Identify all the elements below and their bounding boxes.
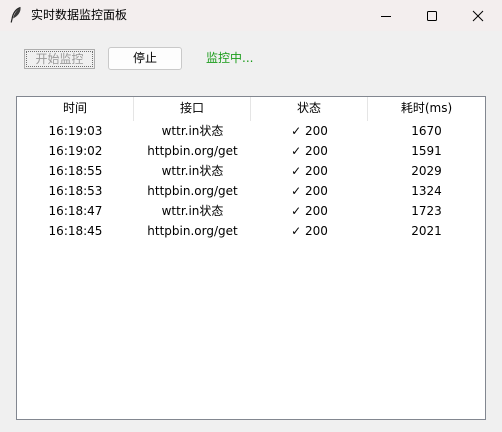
cell-api: wttr.in状态: [161, 204, 224, 218]
table-row[interactable]: 16:18:45 httpbin.org/get ✓ 200 2021: [17, 221, 485, 241]
cell-api: httpbin.org/get: [147, 144, 238, 158]
results-table[interactable]: 时间 接口 状态 耗时(ms) 16:19:03 wttr.in状态 ✓ 200…: [16, 96, 486, 420]
cell-status: ✓ 200: [291, 124, 328, 138]
column-header-api[interactable]: 接口: [134, 97, 251, 121]
title-bar[interactable]: 实时数据监控面板: [0, 0, 502, 31]
column-header-status[interactable]: 状态: [251, 97, 368, 121]
cell-status: ✓ 200: [291, 184, 328, 198]
column-header-duration[interactable]: 耗时(ms): [368, 97, 485, 121]
table-row[interactable]: 16:19:03 wttr.in状态 ✓ 200 1670: [17, 121, 485, 141]
cell-time: 16:19:03: [48, 124, 103, 138]
column-header-time[interactable]: 时间: [17, 97, 134, 121]
cell-api: httpbin.org/get: [147, 224, 238, 238]
cell-status: ✓ 200: [291, 204, 328, 218]
start-monitoring-button[interactable]: 开始监控: [24, 49, 95, 69]
maximize-button[interactable]: [409, 0, 455, 31]
window-title: 实时数据监控面板: [31, 8, 128, 22]
table-row[interactable]: 16:18:53 httpbin.org/get ✓ 200 1324: [17, 181, 485, 201]
status-text: 监控中...: [206, 51, 254, 65]
minimize-button[interactable]: [363, 0, 409, 31]
cell-time: 16:19:02: [48, 144, 103, 158]
cell-time: 16:18:53: [48, 184, 103, 198]
cell-status: ✓ 200: [291, 144, 328, 158]
cell-time: 16:18:45: [48, 224, 103, 238]
table-body: 16:19:03 wttr.in状态 ✓ 200 1670 16:19:02 h…: [17, 121, 485, 241]
cell-duration: 2021: [411, 224, 442, 238]
cell-duration: 1723: [411, 204, 442, 218]
cell-duration: 1591: [411, 144, 442, 158]
cell-duration: 1670: [411, 124, 442, 138]
cell-time: 16:18:55: [48, 164, 103, 178]
cell-api: wttr.in状态: [161, 164, 224, 178]
maximize-icon: [427, 10, 437, 21]
table-row[interactable]: 16:18:55 wttr.in状态 ✓ 200 2029: [17, 161, 485, 181]
cell-api: httpbin.org/get: [147, 184, 238, 198]
cell-duration: 2029: [411, 164, 442, 178]
minimize-icon: [381, 15, 391, 17]
table-row[interactable]: 16:19:02 httpbin.org/get ✓ 200 1591: [17, 141, 485, 161]
cell-duration: 1324: [411, 184, 442, 198]
close-icon: [472, 10, 484, 21]
cell-status: ✓ 200: [291, 164, 328, 178]
cell-status: ✓ 200: [291, 224, 328, 238]
feather-icon: [8, 6, 24, 24]
stop-button[interactable]: 停止: [108, 47, 182, 70]
table-header: 时间 接口 状态 耗时(ms): [17, 97, 485, 121]
cell-api: wttr.in状态: [161, 124, 224, 138]
close-button[interactable]: [455, 0, 501, 31]
cell-time: 16:18:47: [48, 204, 103, 218]
app-window: 实时数据监控面板 开始监控 停止 监控中... 时间 接口 状态 耗时(ms): [0, 0, 502, 432]
table-row[interactable]: 16:18:47 wttr.in状态 ✓ 200 1723: [17, 201, 485, 221]
